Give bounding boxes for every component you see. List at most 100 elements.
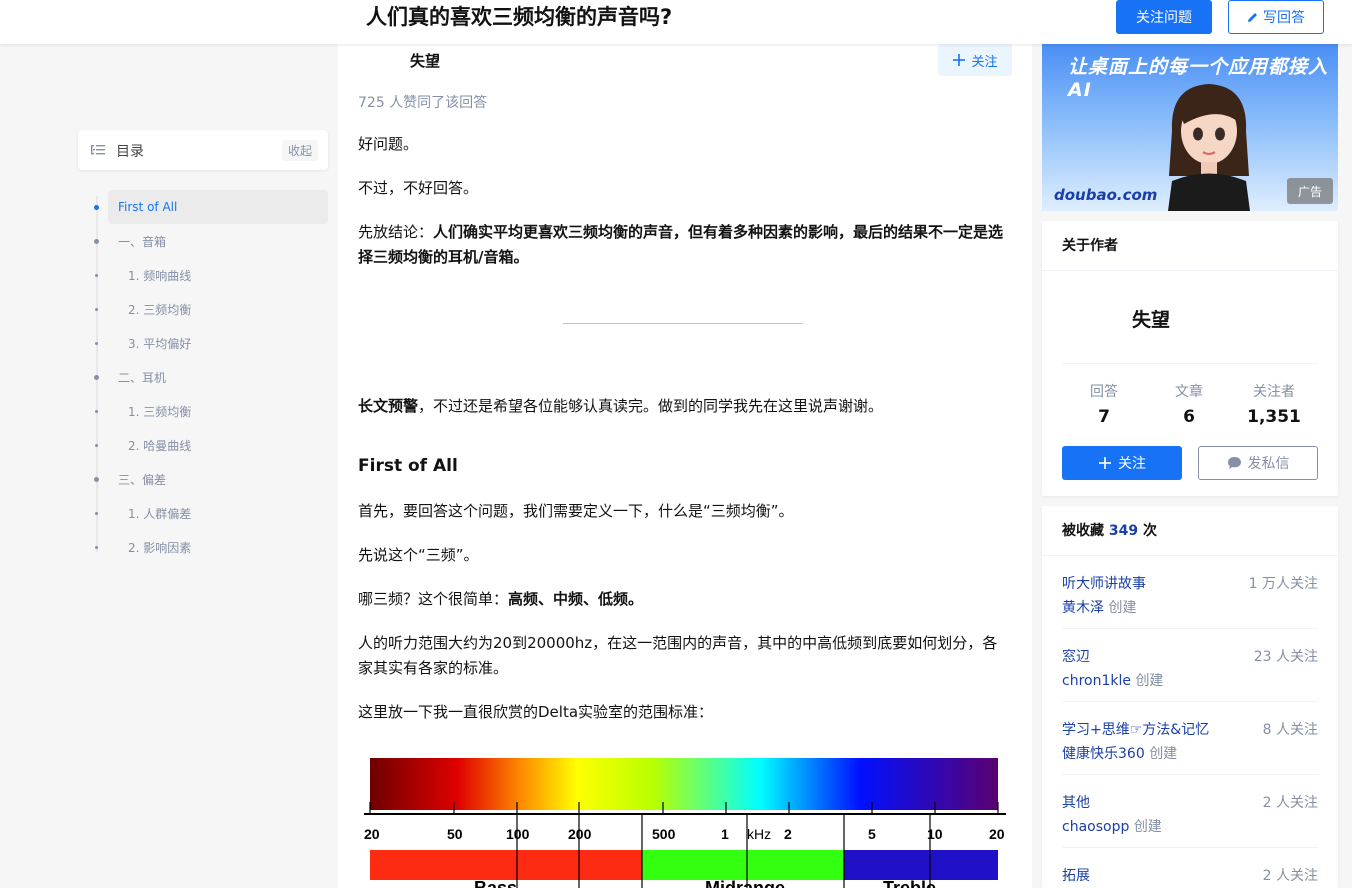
tick-label: 20 — [989, 826, 1005, 842]
follow-author-card-button[interactable]: 关注 — [1062, 446, 1182, 480]
collection-item: 听大师讲故事 1 万人关注 黄木泽 创建 — [1062, 556, 1318, 629]
tick-label: 500 — [652, 826, 676, 842]
collection-followers: 2 人关注 — [1262, 795, 1318, 811]
toc-item-headphones[interactable]: 二、耳机 — [88, 360, 328, 394]
toc-item-frequency-response[interactable]: 1. 频响曲线 — [88, 258, 328, 292]
collection-name[interactable]: 窓辺 — [1062, 646, 1090, 666]
tick-label: 1 — [721, 826, 729, 842]
about-author-title: 关于作者 — [1042, 221, 1338, 271]
stat-value: 1,351 — [1247, 407, 1301, 427]
stat-label: 回答 — [1090, 384, 1118, 400]
toc-item-label: 1. 人群偏差 — [128, 506, 192, 521]
tick-label: 200 — [568, 826, 592, 842]
collections-title-suffix: 次 — [1142, 523, 1157, 539]
collection-name[interactable]: 学习+思维☞方法&记忆 — [1062, 719, 1209, 739]
stat-followers[interactable]: 关注者 1,351 — [1234, 381, 1314, 427]
collection-item: 拓展 2 人关注 — [1062, 848, 1318, 888]
toc-item-average-preference[interactable]: 3. 平均偏好 — [88, 326, 328, 360]
bands-prefix: 哪三频？这个很简单： — [358, 590, 509, 608]
follow-author-button[interactable]: 关注 — [938, 44, 1012, 76]
paragraph: 首先，要回答这个问题，我们需要定义一下，什么是“三频均衡”。 — [358, 502, 794, 520]
collection-followers: 8 人关注 — [1262, 722, 1318, 738]
treble-band — [844, 850, 998, 880]
toc-item-speakers[interactable]: 一、音箱 — [88, 224, 328, 258]
toc-dot — [95, 512, 98, 515]
tick-label: 20 — [364, 826, 380, 842]
toc-item-label: First of All — [118, 200, 178, 214]
collection-creator: 黄木泽 创建 — [1062, 597, 1136, 617]
toc-item-bias[interactable]: 三、偏差 — [88, 462, 328, 496]
collections-title: 被收藏 349 次 — [1042, 506, 1338, 556]
toc-dot — [95, 546, 98, 549]
stat-articles[interactable]: 文章 6 — [1149, 381, 1229, 427]
created-label: 创建 — [1133, 819, 1162, 835]
toc-item-label: 1. 三频均衡 — [128, 404, 192, 419]
tick-label: 5 — [868, 826, 876, 842]
collection-creator: 健康快乐360 创建 — [1062, 743, 1177, 763]
plus-icon — [1099, 457, 1111, 469]
toc-item-first-of-all[interactable]: First of All — [94, 190, 328, 224]
toc-item-three-band-balance[interactable]: 2. 三频均衡 — [88, 292, 328, 326]
stat-value: 6 — [1183, 407, 1195, 427]
toc-item-label: 3. 平均偏好 — [128, 336, 192, 351]
ad-banner[interactable]: 让桌面上的每一个应用都接入AI doubao.com 广告 — [1042, 44, 1338, 211]
created-label: 创建 — [1149, 746, 1178, 762]
paragraph: 先说这个“三频”。 — [358, 546, 479, 564]
warning-rest: ，不过还是希望各位能够认真读完。做到的同学我先在这里说声谢谢。 — [418, 397, 884, 415]
toc-item-population-bias[interactable]: 1. 人群偏差 — [88, 496, 328, 530]
creator-name[interactable]: chron1kle — [1062, 673, 1131, 689]
paragraph: 这里放一下我一直很欣赏的Delta实验室的范围标准： — [358, 703, 714, 721]
collection-name[interactable]: 听大师讲故事 — [1062, 573, 1146, 593]
band-label: Bass — [474, 878, 517, 888]
divider — [563, 323, 803, 324]
bands-bold: 高频、中频、低频。 — [508, 590, 644, 608]
toc-collapse-button[interactable]: 收起 — [281, 140, 318, 161]
divider — [1062, 363, 1318, 364]
collection-name[interactable]: 其他 — [1062, 792, 1090, 812]
send-message-label: 发私信 — [1247, 456, 1290, 472]
collection-followers: 23 人关注 — [1253, 649, 1318, 665]
creator-name[interactable]: chaosopp — [1062, 819, 1129, 835]
conclusion-paragraph: 先放结论：人们确实平均更喜欢三频均衡的声音，但有着多种因素的影响，最后的结果不一… — [358, 220, 1008, 270]
frequency-range-figure: 20 50 100 200 500 1 kHz 2 5 10 20 Bass M… — [364, 758, 1006, 888]
toc-item-headphone-balance[interactable]: 1. 三频均衡 — [88, 394, 328, 428]
follow-question-button[interactable]: 关注问题 — [1116, 0, 1212, 34]
creator-name[interactable]: 健康快乐360 — [1062, 746, 1145, 762]
bass-band — [370, 850, 642, 880]
send-message-button[interactable]: 发私信 — [1198, 446, 1318, 480]
toc-dot — [94, 477, 99, 482]
conclusion-bold: 人们确实平均更喜欢三频均衡的声音，但有着多种因素的影响，最后的结果不一定是选择三… — [358, 223, 1004, 266]
spectrum-bar — [370, 758, 998, 810]
toc-item-label: 二、耳机 — [118, 370, 167, 385]
collections-list: 听大师讲故事 1 万人关注 黄木泽 创建 窓辺 23 人关注 chron1kle… — [1042, 556, 1338, 888]
paragraph: 好问题。 — [358, 135, 419, 153]
ad-domain: doubao.com — [1054, 186, 1158, 204]
stat-label: 文章 — [1175, 384, 1203, 400]
vote-count: 725 人赞同了该回答 — [358, 95, 488, 111]
toc-dot — [94, 205, 99, 210]
answer-author-name[interactable]: 失望 — [410, 50, 440, 71]
creator-name[interactable]: 黄木泽 — [1062, 600, 1104, 616]
paragraph: 人的听力范围大约为20到20000hz，在这一范围内的声音，其中的中高低频到底要… — [358, 634, 998, 677]
plus-icon — [953, 54, 966, 66]
toc-item-influencing-factors[interactable]: 2. 影响因素 — [88, 530, 328, 564]
stat-answers[interactable]: 回答 7 — [1064, 381, 1144, 427]
conclusion-prefix: 先放结论： — [358, 223, 434, 241]
toc-dot — [94, 239, 99, 244]
write-answer-button[interactable]: 写回答 — [1228, 0, 1324, 34]
toc-item-harman-curve[interactable]: 2. 哈曼曲线 — [88, 428, 328, 462]
author-card-name[interactable]: 失望 — [1132, 305, 1170, 332]
created-label: 创建 — [1108, 600, 1137, 616]
collections-card: 被收藏 349 次 听大师讲故事 1 万人关注 黄木泽 创建 窓辺 23 人关注… — [1042, 506, 1338, 888]
follow-label: 关注 — [1118, 456, 1146, 472]
tick-label: 10 — [927, 826, 943, 842]
ad-tag: 广告 — [1287, 178, 1333, 204]
question-title: 人们真的喜欢三频均衡的声音吗? — [366, 5, 673, 29]
tick-labels: 20 50 100 200 500 1 kHz 2 5 10 20 — [364, 826, 1005, 842]
tick-label: 50 — [447, 826, 463, 842]
answer-content: 好问题。 不过，不好回答。 先放结论：人们确实平均更喜欢三频均衡的声音，但有着多… — [358, 132, 1008, 744]
warning-paragraph: 长文预警，不过还是希望各位能够认真读完。做到的同学我先在这里说声谢谢。 — [358, 394, 1008, 419]
answer-card: 失望 关注 725 人赞同了该回答 好问题。 不过，不好回答。 先放结论：人们确… — [338, 44, 1032, 888]
pen-icon — [1248, 13, 1257, 22]
collection-name[interactable]: 拓展 — [1062, 865, 1090, 885]
